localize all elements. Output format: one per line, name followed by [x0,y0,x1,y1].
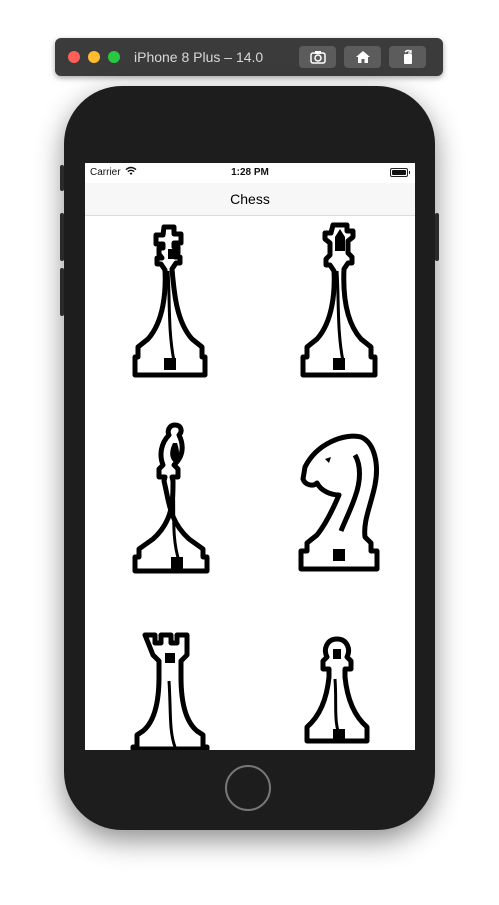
simulator-toolbar: iPhone 8 Plus – 14.0 [55,38,443,76]
status-time: 1:28 PM [231,167,269,178]
chess-king-icon [132,224,208,378]
battery-icon [390,168,410,177]
chess-rook-icon [130,632,210,750]
navigation-bar: Chess [85,183,415,216]
close-window-button[interactable] [68,51,80,63]
rotate-button[interactable] [389,46,426,68]
grid-cell-knight[interactable] [295,425,385,580]
volume-up-button [60,213,64,261]
volume-down-button [60,268,64,316]
zoom-window-button[interactable] [108,51,120,63]
grid-cell-rook[interactable] [129,631,215,750]
grid-cell-queen[interactable] [297,221,383,384]
screenshot-icon [309,51,326,64]
grid-cell-bishop[interactable] [129,421,221,582]
chess-knight-icon [298,433,380,572]
power-button [435,213,439,261]
screenshot-button[interactable] [299,46,336,68]
chess-bishop-icon [132,422,210,574]
home-button-toolbar[interactable] [344,46,381,68]
chess-queen-icon [300,222,378,378]
grid-cell-king[interactable] [130,221,210,384]
simulator-title: iPhone 8 Plus – 14.0 [134,49,264,65]
rotate-icon [403,49,412,64]
status-bar: Carrier 1:28 PM [85,163,415,183]
page-title: Chess [230,191,270,207]
device-home-button[interactable] [225,765,271,811]
mute-switch [60,165,64,191]
chess-pawn-icon [304,636,370,744]
app-screen: Carrier 1:28 PM Chess [85,163,415,750]
minimize-window-button[interactable] [88,51,100,63]
home-icon [355,51,370,63]
grid-cell-pawn[interactable] [297,635,377,750]
